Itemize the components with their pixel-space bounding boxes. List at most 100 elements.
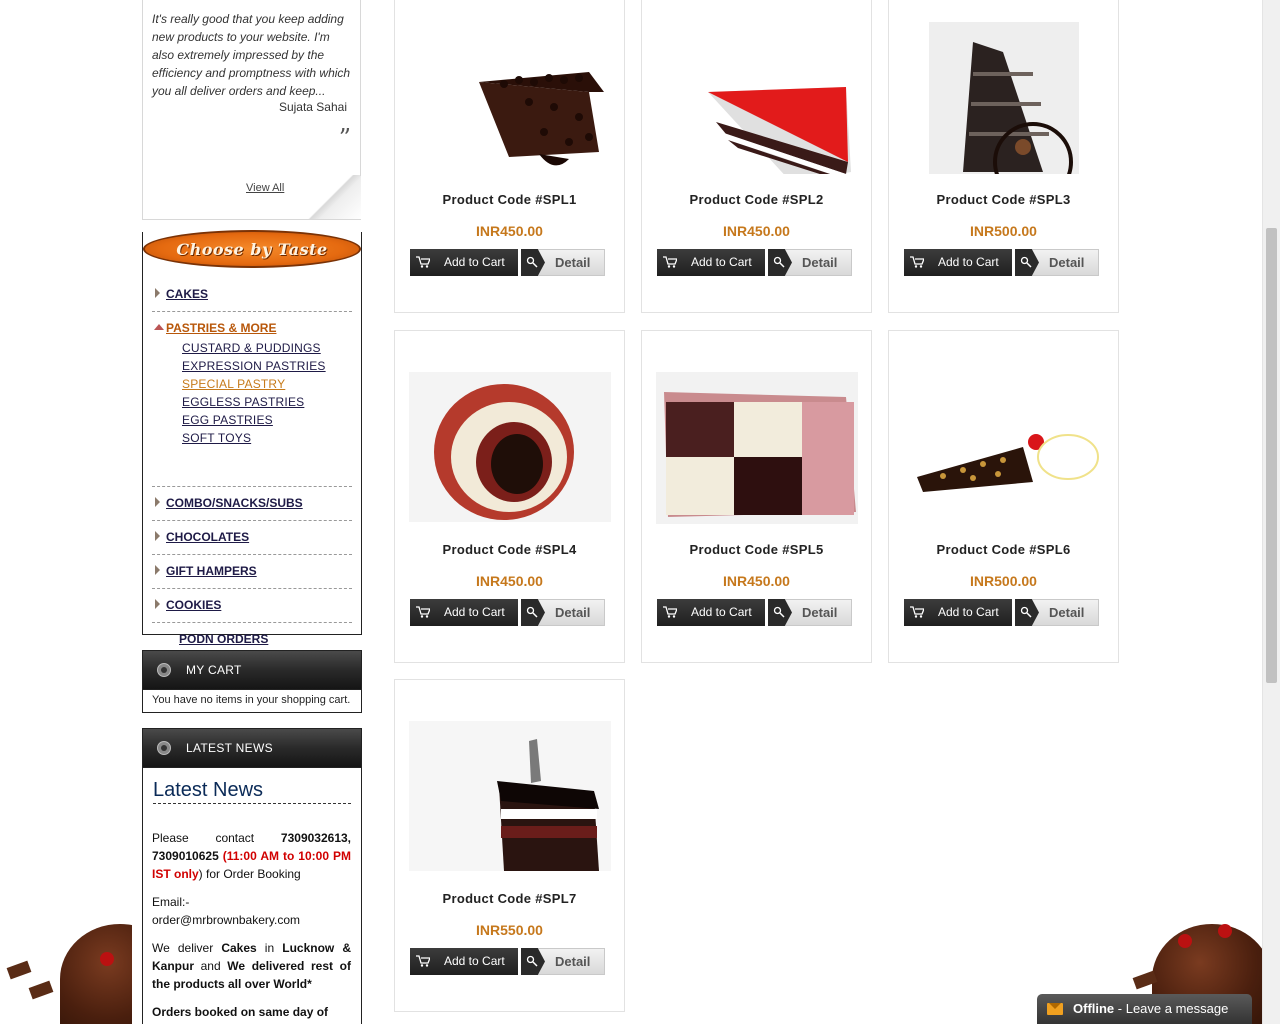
detail-label: Detail	[555, 255, 591, 270]
add-to-cart-button[interactable]: Add to Cart	[410, 249, 518, 276]
testimonial-author: Sujata Sahai	[278, 100, 347, 114]
product-card: Product Code #SPL1 INR450.00 Add to Cart…	[394, 0, 625, 313]
subcategory-egg-pastries[interactable]: EGG PASTRIES	[182, 411, 326, 429]
subcategory-eggless-pastries[interactable]: EGGLESS PASTRIES	[182, 393, 326, 411]
product-image	[708, 87, 851, 174]
category-label[interactable]: CAKES	[166, 287, 208, 301]
category-label[interactable]: PODN ORDERS	[179, 632, 268, 646]
product-image	[656, 372, 858, 524]
category-item-chocolates[interactable]: CHOCOLATES	[152, 521, 352, 555]
add-to-cart-label: Add to Cart	[938, 255, 999, 269]
category-label[interactable]: COMBO/SNACKS/SUBS	[166, 496, 303, 510]
news-text: Cakes	[221, 941, 257, 955]
category-label[interactable]: GIFT HAMPERS	[166, 564, 257, 578]
category-label[interactable]: CHOCOLATES	[166, 530, 249, 544]
product-code: Product Code #SPL3	[936, 192, 1071, 207]
magnifier-icon	[526, 955, 538, 967]
detail-button[interactable]: Detail	[521, 948, 605, 975]
category-item-cookies[interactable]: COOKIES	[152, 589, 352, 623]
product-code: Product Code #SPL2	[689, 192, 824, 207]
chevron-right-icon	[155, 288, 160, 298]
news-text: Please contact	[152, 831, 281, 845]
category-label[interactable]: PASTRIES & MORE	[166, 321, 276, 335]
detail-label: Detail	[802, 255, 838, 270]
add-to-cart-label: Add to Cart	[444, 954, 505, 968]
chevron-right-icon	[155, 565, 160, 575]
detail-icon-bg	[521, 599, 545, 626]
product-image	[409, 372, 611, 522]
magnifier-icon	[1020, 606, 1032, 618]
product-price: INR450.00	[476, 223, 543, 239]
product-code: Product Code #SPL7	[442, 891, 577, 906]
magnifier-icon	[773, 606, 785, 618]
offline-chat-button[interactable]: Offline - Leave a message	[1037, 994, 1252, 1024]
view-all-testimonials-link[interactable]: View All	[246, 182, 284, 194]
add-to-cart-label: Add to Cart	[938, 605, 999, 619]
detail-icon-bg	[521, 249, 545, 276]
news-orders-paragraph: Orders booked on same day of	[152, 1005, 329, 1019]
product-image	[929, 22, 1079, 174]
chat-text: Offline - Leave a message	[1073, 1001, 1228, 1016]
category-item-pastries[interactable]: PASTRIES & MORE CUSTARD & PUDDINGS EXPRE…	[152, 312, 352, 487]
news-delivery-paragraph: We deliver Cakes in Lucknow & Kanpur and…	[152, 939, 351, 993]
detail-icon-bg	[1015, 599, 1039, 626]
detail-button[interactable]: Detail	[1015, 249, 1099, 276]
choose-by-taste-title: Choose by Taste	[143, 230, 361, 268]
detail-button[interactable]: Detail	[1015, 599, 1099, 626]
cart-icon	[663, 606, 677, 618]
my-cart-header: MY CART	[142, 650, 362, 690]
detail-icon-bg	[768, 249, 792, 276]
detail-icon-bg	[768, 599, 792, 626]
detail-button[interactable]: Detail	[768, 599, 852, 626]
cart-icon	[416, 256, 430, 268]
add-to-cart-button[interactable]: Add to Cart	[657, 249, 765, 276]
detail-label: Detail	[1049, 605, 1085, 620]
category-item-combo[interactable]: COMBO/SNACKS/SUBS	[152, 487, 352, 521]
detail-button[interactable]: Detail	[768, 249, 852, 276]
product-card: Product Code #SPL4 INR450.00 Add to Cart…	[394, 330, 625, 663]
category-item-cakes[interactable]: CAKES	[152, 278, 352, 312]
add-to-cart-label: Add to Cart	[691, 605, 752, 619]
subcategory-special-pastry[interactable]: SPECIAL PASTRY	[182, 375, 326, 393]
add-to-cart-button[interactable]: Add to Cart	[410, 948, 518, 975]
detail-button[interactable]: Detail	[521, 599, 605, 626]
product-card: Product Code #SPL3 INR500.00 Add to Cart…	[888, 0, 1119, 313]
news-text: ) for Order Booking	[198, 867, 301, 881]
latest-news-title: Latest News	[153, 779, 351, 804]
detail-label: Detail	[1049, 255, 1085, 270]
scrollbar-thumb[interactable]	[1266, 228, 1277, 683]
envelope-icon	[1047, 1003, 1063, 1015]
latest-news-header-title: LATEST NEWS	[186, 741, 273, 755]
add-to-cart-label: Add to Cart	[691, 255, 752, 269]
news-text: We deliver	[152, 941, 222, 955]
chat-message: - Leave a message	[1114, 1001, 1229, 1016]
category-label[interactable]: COOKIES	[166, 598, 221, 612]
product-price: INR450.00	[723, 573, 790, 589]
page-fold-decoration	[303, 175, 361, 219]
my-cart-title: MY CART	[186, 663, 242, 677]
chevron-right-icon	[155, 531, 160, 541]
add-to-cart-button[interactable]: Add to Cart	[904, 599, 1012, 626]
vertical-scrollbar[interactable]	[1262, 0, 1280, 1024]
chevron-right-icon	[155, 497, 160, 507]
product-price: INR500.00	[970, 573, 1037, 589]
news-text: (	[218, 849, 227, 863]
cart-empty-text: You have no items in your shopping cart.	[152, 694, 351, 706]
detail-button[interactable]: Detail	[521, 249, 605, 276]
magnifier-icon	[773, 256, 785, 268]
detail-icon-bg	[521, 948, 545, 975]
category-item-gift-hampers[interactable]: GIFT HAMPERS	[152, 555, 352, 589]
add-to-cart-button[interactable]: Add to Cart	[410, 599, 518, 626]
add-to-cart-button[interactable]: Add to Cart	[904, 249, 1012, 276]
subcategory-soft-toys[interactable]: SOFT TOYS	[182, 429, 326, 447]
add-to-cart-label: Add to Cart	[444, 255, 505, 269]
product-code: Product Code #SPL4	[442, 542, 577, 557]
magnifier-icon	[526, 256, 538, 268]
product-code: Product Code #SPL5	[689, 542, 824, 557]
subcategory-custard-puddings[interactable]: CUSTARD & PUDDINGS	[182, 339, 326, 357]
subcategory-expression-pastries[interactable]: EXPRESSION PASTRIES	[182, 357, 326, 375]
add-to-cart-button[interactable]: Add to Cart	[657, 599, 765, 626]
close-quote-icon: ”	[338, 124, 351, 152]
product-price: INR450.00	[723, 223, 790, 239]
product-card: Product Code #SPL7 INR550.00 Add to Cart…	[394, 679, 625, 1012]
